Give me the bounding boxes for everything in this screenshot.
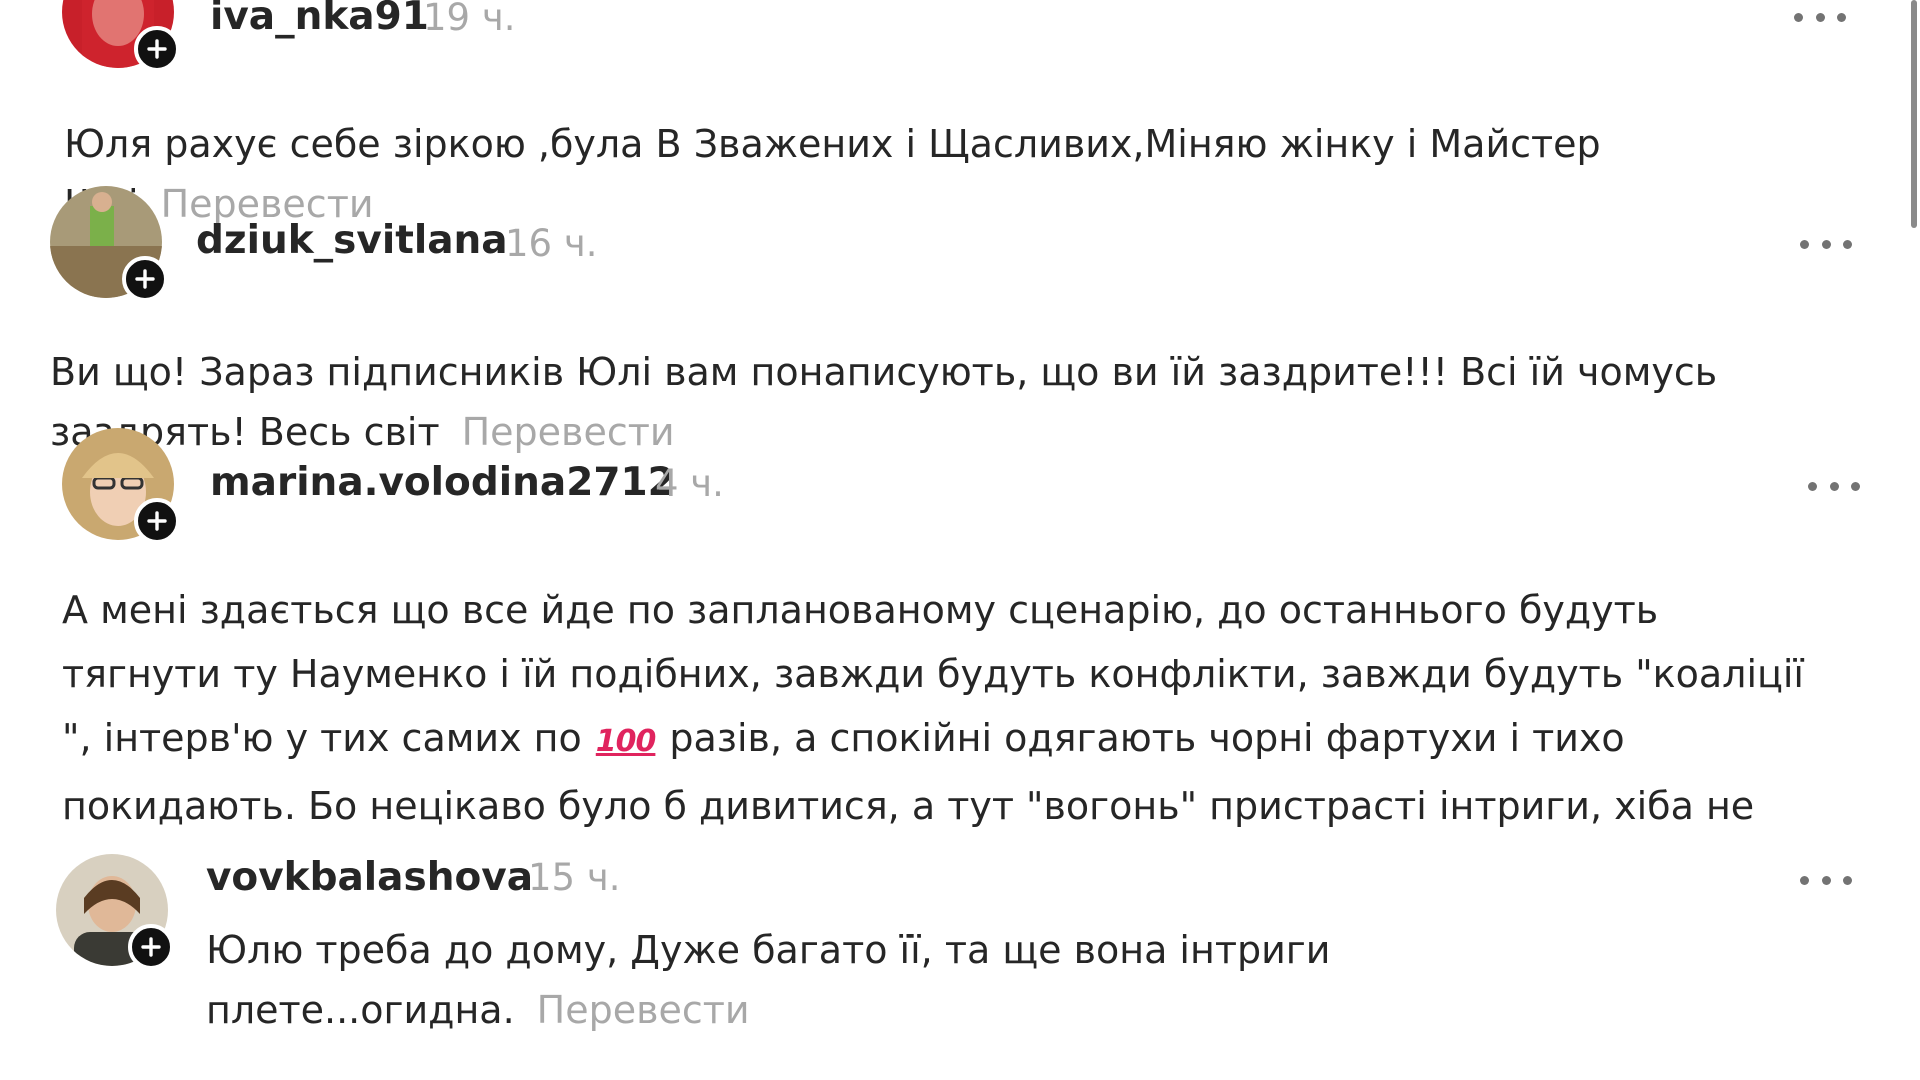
follow-plus-icon[interactable]: [122, 256, 168, 302]
hundred-points-emoji-icon: 100: [595, 724, 657, 759]
comment-username[interactable]: iva_nka91: [210, 0, 429, 39]
comment-timestamp[interactable]: 19 ч.: [423, 0, 515, 39]
comment-timestamp[interactable]: 4 ч.: [655, 462, 724, 505]
more-options-icon[interactable]: [1800, 237, 1852, 251]
comment-timestamp[interactable]: 15 ч.: [528, 856, 620, 899]
comment-text: А мені здається що все йде по запланован…: [62, 578, 1882, 838]
comment-text-line: тягнути ту Науменко і їй подібних, завжд…: [62, 652, 1804, 696]
avatar[interactable]: [56, 854, 174, 970]
scrollbar[interactable]: [1908, 0, 1920, 228]
comment-text-line: плете...огидна.: [206, 988, 515, 1032]
comment-username[interactable]: vovkbalashova: [206, 855, 533, 900]
comment-text-line: А мені здається що все йде по запланован…: [62, 588, 1659, 632]
comment-text-line: разів, а спокійні одягають чорні фартухи…: [669, 716, 1625, 760]
translate-link[interactable]: Перевести: [537, 988, 750, 1032]
comment-text-line: Юлю треба до дому, Дуже багато її, та ще…: [206, 928, 1331, 972]
comment-text-line: Юля рахує себе зіркою ,була В Зважених і…: [64, 122, 1601, 166]
comment-text-line: Ви що! Зараз підписників Юлі вам понапис…: [50, 350, 1718, 394]
more-options-icon[interactable]: [1794, 10, 1846, 24]
translate-link[interactable]: Перевести: [462, 410, 675, 454]
comment-text-line: ", інтерв'ю у тих самих по: [62, 716, 582, 760]
more-options-icon[interactable]: [1800, 873, 1852, 887]
comment-username[interactable]: marina.volodina2712: [210, 460, 675, 505]
avatar[interactable]: [62, 0, 180, 72]
follow-plus-icon[interactable]: [128, 924, 174, 970]
comment-text-line: покидають. Бо нецікаво було б дивитися, …: [62, 784, 1755, 828]
follow-plus-icon[interactable]: [134, 26, 180, 72]
comment-text: Юлю треба до дому, Дуже багато її, та ще…: [206, 918, 1766, 1042]
avatar[interactable]: [62, 428, 180, 544]
scrollbar-thumb[interactable]: [1911, 0, 1917, 228]
avatar[interactable]: [50, 186, 168, 302]
more-options-icon[interactable]: [1808, 479, 1860, 493]
comment-text: Ви що! Зараз підписників Юлі вам понапис…: [50, 340, 1870, 464]
comment-timestamp[interactable]: 16 ч.: [505, 222, 597, 265]
comment-username[interactable]: dziuk_svitlana: [196, 218, 508, 263]
follow-plus-icon[interactable]: [134, 498, 180, 544]
